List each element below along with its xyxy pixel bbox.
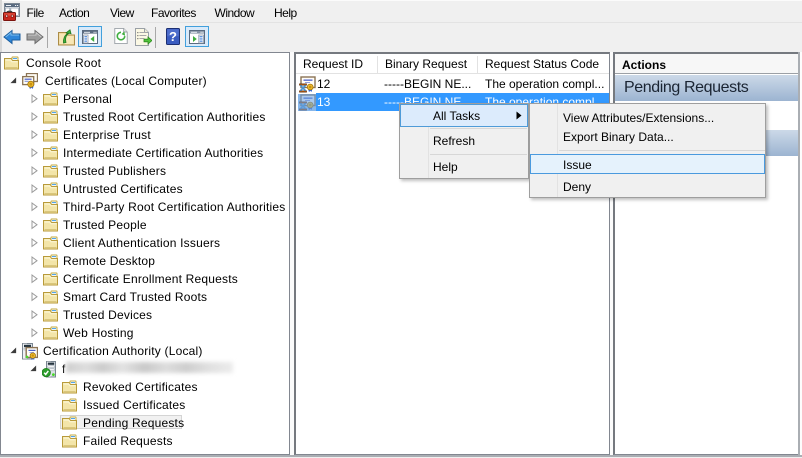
svg-text:?: ?	[169, 29, 177, 44]
